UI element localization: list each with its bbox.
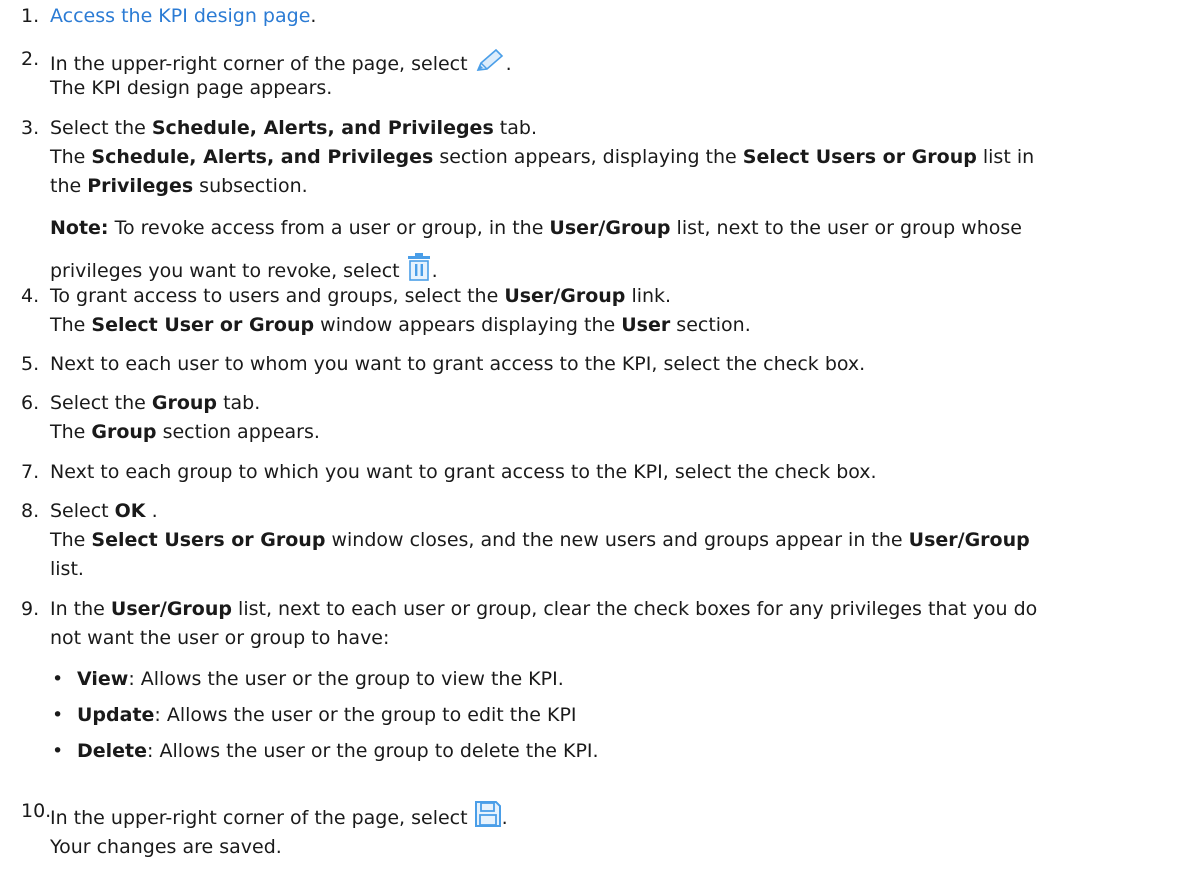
step-number: 3. — [21, 117, 40, 139]
trash-icon — [406, 253, 432, 286]
step-number: 1. — [21, 5, 40, 27]
bullet: • — [52, 740, 64, 762]
step-number: 9. — [21, 598, 40, 620]
kpi-design-page-link[interactable]: Access the KPI design page — [50, 5, 310, 27]
save-icon — [474, 800, 502, 833]
step-number: 8. — [21, 500, 40, 522]
pencil-edit-icon — [474, 48, 506, 79]
note-label: Note: — [50, 217, 109, 239]
step-number: 5. — [21, 353, 40, 375]
bullet: • — [52, 668, 64, 690]
bullet: • — [52, 704, 64, 726]
step-number: 2. — [21, 48, 40, 70]
step-number: 4. — [21, 285, 40, 307]
step-number: 6. — [21, 392, 40, 414]
procedure-document: 1. Access the KPI design page. 2. In the… — [21, 5, 1038, 858]
step-number: 7. — [21, 461, 40, 483]
step-number: 10. — [21, 800, 52, 822]
